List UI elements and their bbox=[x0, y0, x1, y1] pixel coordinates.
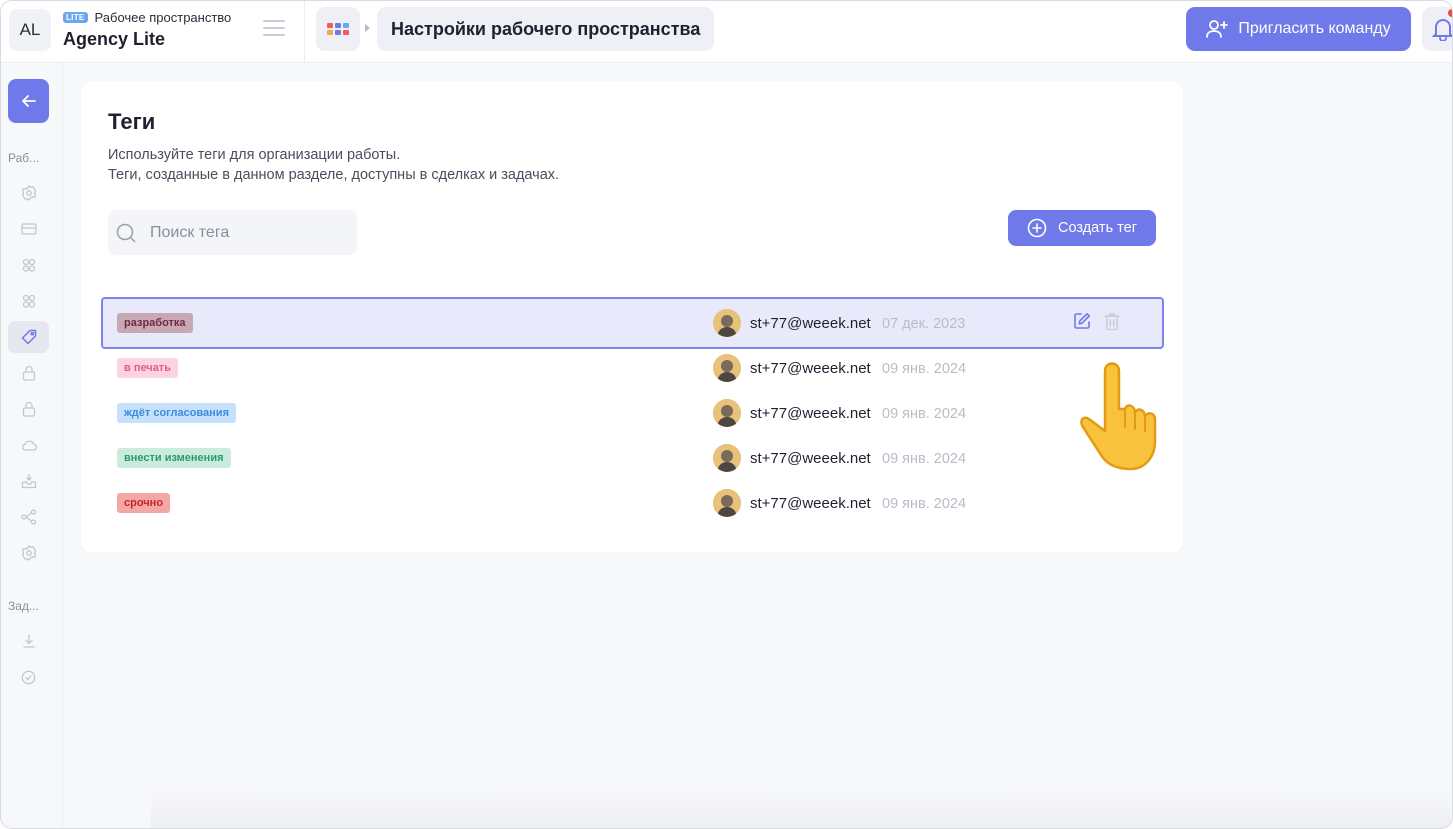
apps-button[interactable] bbox=[316, 7, 360, 51]
check-circle-icon bbox=[21, 670, 36, 684]
users-alt-icon bbox=[22, 294, 35, 308]
share-icon bbox=[20, 509, 36, 525]
cloud-icon bbox=[21, 440, 37, 451]
tag-row[interactable]: срочно st+77@weeek.net 09 янв. 2024 bbox=[101, 477, 1164, 529]
workspace-avatar[interactable]: AL bbox=[9, 9, 51, 51]
sidebar-item-members[interactable] bbox=[8, 249, 49, 281]
download-icon bbox=[23, 635, 34, 648]
tag-icon bbox=[21, 329, 36, 345]
tag-chip[interactable]: разработка bbox=[117, 313, 193, 333]
lock-alt-icon bbox=[22, 401, 35, 417]
avatar bbox=[713, 309, 741, 337]
top-bar: AL LITE Рабочее пространство Agency Lite… bbox=[1, 1, 1452, 63]
tag-created-date: 09 янв. 2024 bbox=[882, 361, 967, 377]
tag-author-email: st+77@weeek.net bbox=[750, 360, 871, 377]
workspace-kind: LITE Рабочее пространство bbox=[63, 10, 231, 25]
avatar bbox=[713, 444, 741, 472]
tag-chip[interactable]: внести изменения bbox=[117, 448, 231, 468]
sidebar-item-integrations[interactable] bbox=[8, 501, 49, 533]
tags-card: Теги Используйте теги для организации ра… bbox=[81, 81, 1183, 552]
sidebar: Раб... Зад... bbox=[1, 63, 63, 828]
divider bbox=[304, 1, 305, 63]
section-title: Теги bbox=[108, 109, 156, 134]
arrow-left-icon bbox=[21, 95, 36, 107]
bell-icon bbox=[1432, 19, 1452, 41]
app-window: AL LITE Рабочее пространство Agency Lite… bbox=[0, 0, 1453, 829]
edit-icon[interactable] bbox=[1073, 312, 1091, 331]
tag-author-email: st+77@weeek.net bbox=[750, 405, 871, 422]
user-plus-icon bbox=[1206, 20, 1229, 38]
search-icon bbox=[116, 223, 136, 243]
sidebar-item-advanced[interactable] bbox=[8, 537, 49, 569]
settings-icon bbox=[21, 545, 36, 561]
menu-icon[interactable] bbox=[263, 20, 285, 38]
pointer-hand-icon bbox=[1077, 357, 1157, 478]
sidebar-item-tags[interactable] bbox=[8, 321, 49, 353]
sidebar-item-access[interactable] bbox=[8, 393, 49, 425]
tag-author-email: st+77@weeek.net bbox=[750, 315, 871, 332]
invite-label: Пригласить команду bbox=[1238, 20, 1391, 37]
search-input[interactable] bbox=[150, 223, 330, 242]
lock-icon bbox=[22, 365, 35, 381]
tag-search[interactable] bbox=[108, 210, 357, 255]
avatar bbox=[713, 354, 741, 382]
tag-chip[interactable]: срочно bbox=[117, 493, 171, 513]
tag-author-email: st+77@weeek.net bbox=[750, 495, 871, 512]
sidebar-item-general[interactable] bbox=[8, 177, 49, 209]
tag-created-date: 09 янв. 2024 bbox=[882, 451, 967, 467]
sidebar-item-billing[interactable] bbox=[8, 213, 49, 245]
section-description: Используйте теги для организации работы.… bbox=[108, 145, 559, 185]
row-actions bbox=[1073, 312, 1120, 331]
tag-chip[interactable]: ждёт согласования bbox=[117, 403, 236, 423]
workspace-name: Agency Lite bbox=[63, 29, 166, 49]
sidebar-item-security[interactable] bbox=[8, 357, 49, 389]
create-tag-button[interactable]: Создать тег bbox=[1008, 210, 1156, 246]
notifications-button[interactable] bbox=[1422, 7, 1452, 51]
page-title: Настройки рабочего пространства bbox=[377, 7, 715, 51]
create-tag-label: Создать тег bbox=[1058, 220, 1137, 236]
tag-created-date: 09 янв. 2024 bbox=[882, 406, 967, 422]
trash-icon[interactable] bbox=[1104, 312, 1120, 331]
description-line-2: Теги, созданные в данном разделе, доступ… bbox=[108, 167, 560, 183]
breadcrumb-separator-icon bbox=[365, 24, 370, 32]
tag-chip[interactable]: в печать bbox=[117, 358, 178, 378]
apps-grid-icon bbox=[327, 23, 349, 35]
tag-author-email: st+77@weeek.net bbox=[750, 450, 871, 467]
tag-created-date: 09 янв. 2024 bbox=[882, 496, 967, 512]
plus-circle-icon bbox=[1027, 218, 1047, 238]
description-line-1: Используйте теги для организации работы. bbox=[108, 147, 401, 163]
sidebar-item-export[interactable] bbox=[8, 625, 49, 657]
avatar bbox=[713, 399, 741, 427]
sidebar-section-tasks: Зад... bbox=[8, 599, 39, 613]
invite-team-button[interactable]: Пригласить команду bbox=[1186, 7, 1411, 51]
sidebar-item-statuses[interactable] bbox=[8, 661, 49, 693]
tag-created-date: 07 дек. 2023 bbox=[882, 316, 966, 332]
avatar bbox=[713, 489, 741, 517]
sidebar-item-groups[interactable] bbox=[8, 285, 49, 317]
workspace-kind-label: Рабочее пространство bbox=[94, 10, 232, 25]
bottom-fade bbox=[151, 791, 1451, 828]
sidebar-item-storage[interactable] bbox=[8, 429, 49, 461]
card-icon bbox=[20, 223, 37, 235]
workspace-info[interactable]: LITE Рабочее пространство Agency Lite bbox=[63, 10, 231, 50]
lite-badge: LITE bbox=[63, 12, 88, 23]
notification-badge bbox=[1448, 9, 1452, 17]
inbox-icon bbox=[21, 474, 36, 489]
users-icon bbox=[22, 258, 35, 272]
gear-icon bbox=[21, 185, 36, 201]
sidebar-item-import[interactable] bbox=[8, 465, 49, 497]
back-button[interactable] bbox=[8, 79, 49, 123]
sidebar-section-workspace: Раб... bbox=[8, 151, 40, 165]
